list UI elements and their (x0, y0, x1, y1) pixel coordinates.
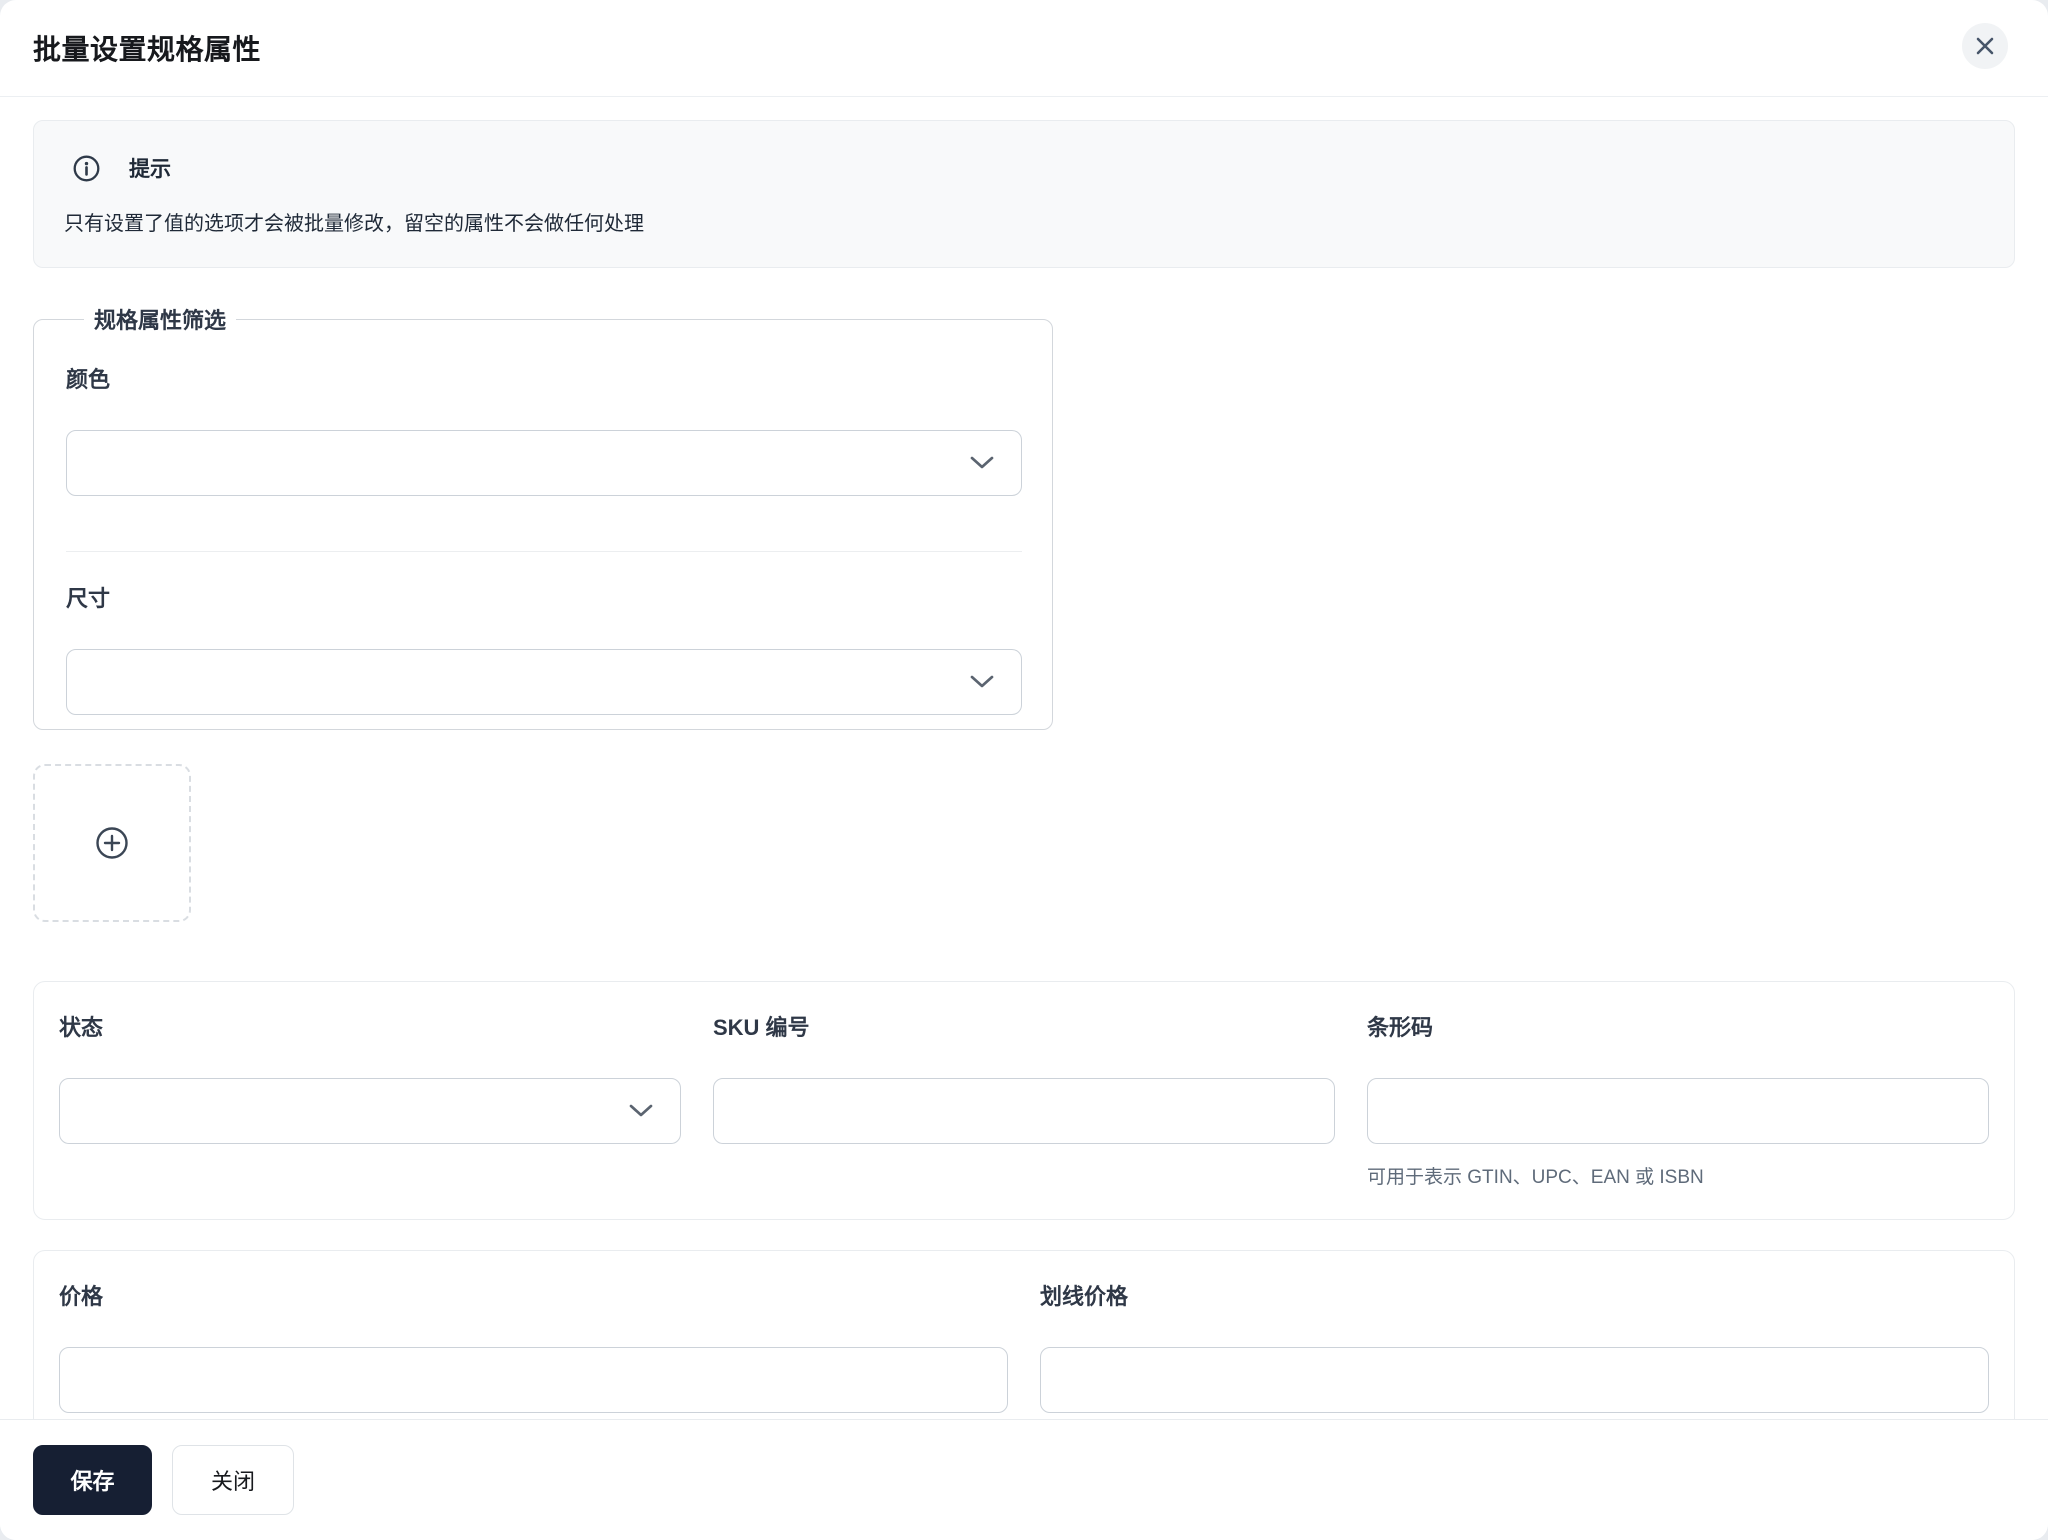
notice-description: 只有设置了值的选项才会被批量修改，留空的属性不会做任何处理 (64, 213, 644, 235)
sku-label: SKU 编号 (713, 1015, 810, 1040)
size-label: 尺寸 (66, 586, 111, 611)
chevron-down-icon (970, 675, 994, 689)
notice-head: 提示 (64, 153, 1984, 183)
price-field-group: 价格 (59, 1279, 1008, 1413)
modal-body: 提示 只有设置了值的选项才会被批量修改，留空的属性不会做任何处理 规格属性筛选 … (0, 97, 2048, 1419)
info-icon (73, 155, 100, 182)
notice-title: 提示 (129, 158, 171, 181)
barcode-input[interactable] (1367, 1078, 1989, 1144)
add-filter-button[interactable] (33, 764, 191, 922)
color-label: 颜色 (66, 367, 111, 392)
field-divider (66, 551, 1022, 552)
filter-field-color: 颜色 (66, 362, 1022, 496)
barcode-helper-text: 可用于表示 GTIN、UPC、EAN 或 ISBN (1367, 1167, 1704, 1188)
spec-filter-fieldset: 规格属性筛选 颜色 尺寸 (33, 303, 1053, 730)
compare-price-input[interactable] (1040, 1347, 1989, 1413)
modal-header: 批量设置规格属性 (0, 0, 2048, 97)
compare-price-field-group: 划线价格 (1040, 1279, 1989, 1413)
pricing-card: 价格 划线价格 (33, 1250, 2015, 1419)
close-button[interactable] (1962, 23, 2008, 69)
chevron-down-icon (970, 456, 994, 470)
modal-footer: 保存 关闭 (0, 1419, 2048, 1540)
close-icon (1974, 35, 1996, 57)
attributes-card: 状态 SKU 编号 条形码 可用于表示 GTIN、UPC、EAN 或 ISBN (33, 981, 2015, 1220)
sku-input[interactable] (713, 1078, 1335, 1144)
sku-field-group: SKU 编号 (713, 1010, 1335, 1189)
chevron-down-icon (629, 1104, 653, 1118)
size-select[interactable] (66, 649, 1022, 715)
price-input[interactable] (59, 1347, 1008, 1413)
status-field-group: 状态 (59, 1010, 681, 1189)
price-label: 价格 (59, 1284, 104, 1309)
color-select[interactable] (66, 430, 1022, 496)
save-button[interactable]: 保存 (33, 1445, 152, 1515)
barcode-label: 条形码 (1367, 1015, 1434, 1040)
plus-circle-icon (95, 826, 129, 860)
compare-price-label: 划线价格 (1040, 1284, 1129, 1309)
status-select[interactable] (59, 1078, 681, 1144)
spec-filter-legend: 规格属性筛选 (94, 308, 227, 333)
status-label: 状态 (59, 1015, 104, 1040)
filter-field-size: 尺寸 (66, 581, 1022, 715)
notice-box: 提示 只有设置了值的选项才会被批量修改，留空的属性不会做任何处理 (33, 120, 2015, 268)
modal-title: 批量设置规格属性 (33, 34, 262, 65)
barcode-field-group: 条形码 可用于表示 GTIN、UPC、EAN 或 ISBN (1367, 1010, 1989, 1189)
batch-edit-spec-modal: 批量设置规格属性 提示 只有设置了值的选项才会被批量修改，留空的属性不会做任何处… (0, 0, 2048, 1540)
close-dialog-button[interactable]: 关闭 (172, 1445, 294, 1515)
